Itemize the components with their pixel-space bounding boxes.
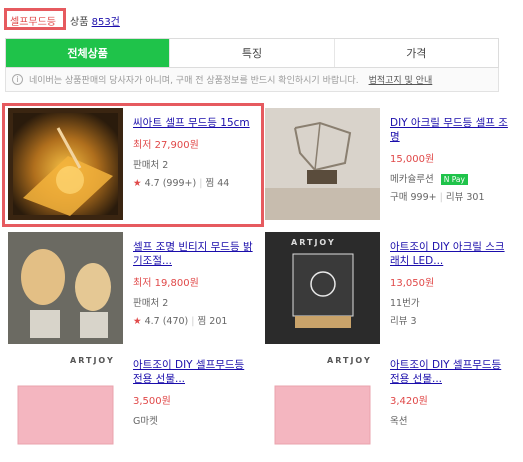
product-title[interactable]: DIY 아크릴 무드등 셀프 조명: [390, 116, 510, 144]
brand-logo: ARTJOY: [327, 356, 372, 365]
tab-features[interactable]: 특징: [169, 39, 333, 67]
product-price: 최저 19,800원: [133, 278, 199, 289]
result-count-link[interactable]: 853건: [92, 17, 120, 28]
product-card[interactable]: ARTJOY 아트조이 DIY 아크릴 스크래치 LED... 13,050원 …: [265, 232, 510, 344]
product-card[interactable]: 셀프 조명 빈티지 무드등 밝기조절... 최저 19,800원 판매처 2 ★…: [8, 232, 253, 344]
brand-logo: ARTJOY: [70, 356, 115, 365]
product-card[interactable]: ARTJOY 아트조이 DIY 셀프무드등 전용 선물... 3,420원 옥션: [265, 350, 510, 454]
seller-row: 메카슐루션 N Pay: [390, 171, 510, 185]
brand-logo: ARTJOY: [291, 238, 336, 247]
notice-text: 네이버는 상품판매의 당사자가 아니며, 구매 전 상품정보를 반드시 확인하시…: [29, 76, 359, 86]
product-price: 13,050원: [390, 278, 435, 289]
tab-all-products[interactable]: 전체상품: [6, 39, 170, 67]
product-image[interactable]: [265, 108, 380, 220]
rating: 4.7: [144, 316, 160, 327]
review-count: 리뷰 301: [445, 192, 485, 203]
product-image[interactable]: ARTJOY: [265, 350, 380, 462]
seller-name: 메카슐루션: [390, 174, 434, 185]
selection-highlight: [2, 103, 264, 227]
review-count: (470): [162, 316, 189, 327]
product-image[interactable]: [8, 232, 123, 344]
search-query: 셀프무드등: [10, 13, 56, 28]
product-price: 3,500원: [133, 396, 171, 407]
tab-price[interactable]: 가격: [333, 39, 498, 67]
product-image[interactable]: ARTJOY: [265, 232, 380, 344]
seller-name: 11번가: [390, 298, 420, 309]
product-title[interactable]: 아트조이 DIY 셀프무드등 전용 선물...: [133, 358, 253, 386]
product-card[interactable]: ARTJOY 아트조이 DIY 셀프무드등 전용 선물... 3,500원 G마…: [8, 350, 253, 454]
legal-notice: i 네이버는 상품판매의 당사자가 아니며, 구매 전 상품정보를 반드시 확인…: [5, 68, 499, 92]
rating-row: ★ 4.7 (470) | 찜 201: [133, 316, 228, 327]
star-icon: ★: [133, 316, 142, 327]
seller-name: G마켓: [133, 416, 158, 427]
product-card[interactable]: DIY 아크릴 무드등 셀프 조명 15,000원 메카슐루션 N Pay 구매…: [265, 108, 510, 224]
product-price: 15,000원: [390, 154, 435, 165]
filter-tabs: 전체상품 특징 가격: [5, 38, 499, 68]
product-image[interactable]: ARTJOY: [8, 350, 123, 462]
npay-badge: N Pay: [440, 174, 468, 185]
purchase-count: 구매 999+: [390, 192, 437, 203]
legal-link[interactable]: 법적고지 및 안내: [369, 73, 433, 86]
product-title[interactable]: 아트조이 DIY 셀프무드등 전용 선물...: [390, 358, 510, 386]
zzim-count: 찜 201: [197, 316, 228, 327]
result-label: 상품: [70, 17, 89, 28]
query-text: 셀프무드등: [10, 17, 56, 28]
info-icon: i: [12, 74, 23, 85]
product-title[interactable]: 셀프 조명 빈티지 무드등 밝기조절...: [133, 240, 253, 268]
result-count: 상품 853건: [70, 13, 120, 28]
seller-count: 판매처 2: [133, 298, 169, 309]
product-price: 3,420원: [390, 396, 428, 407]
product-title[interactable]: 아트조이 DIY 아크릴 스크래치 LED...: [390, 240, 510, 268]
search-header: 셀프무드등 상품 853건: [0, 8, 523, 32]
stats-row: 구매 999+ | 리뷰 301: [390, 192, 485, 203]
seller-name: 옥션: [390, 416, 408, 427]
review-count: 리뷰 3: [390, 316, 417, 327]
